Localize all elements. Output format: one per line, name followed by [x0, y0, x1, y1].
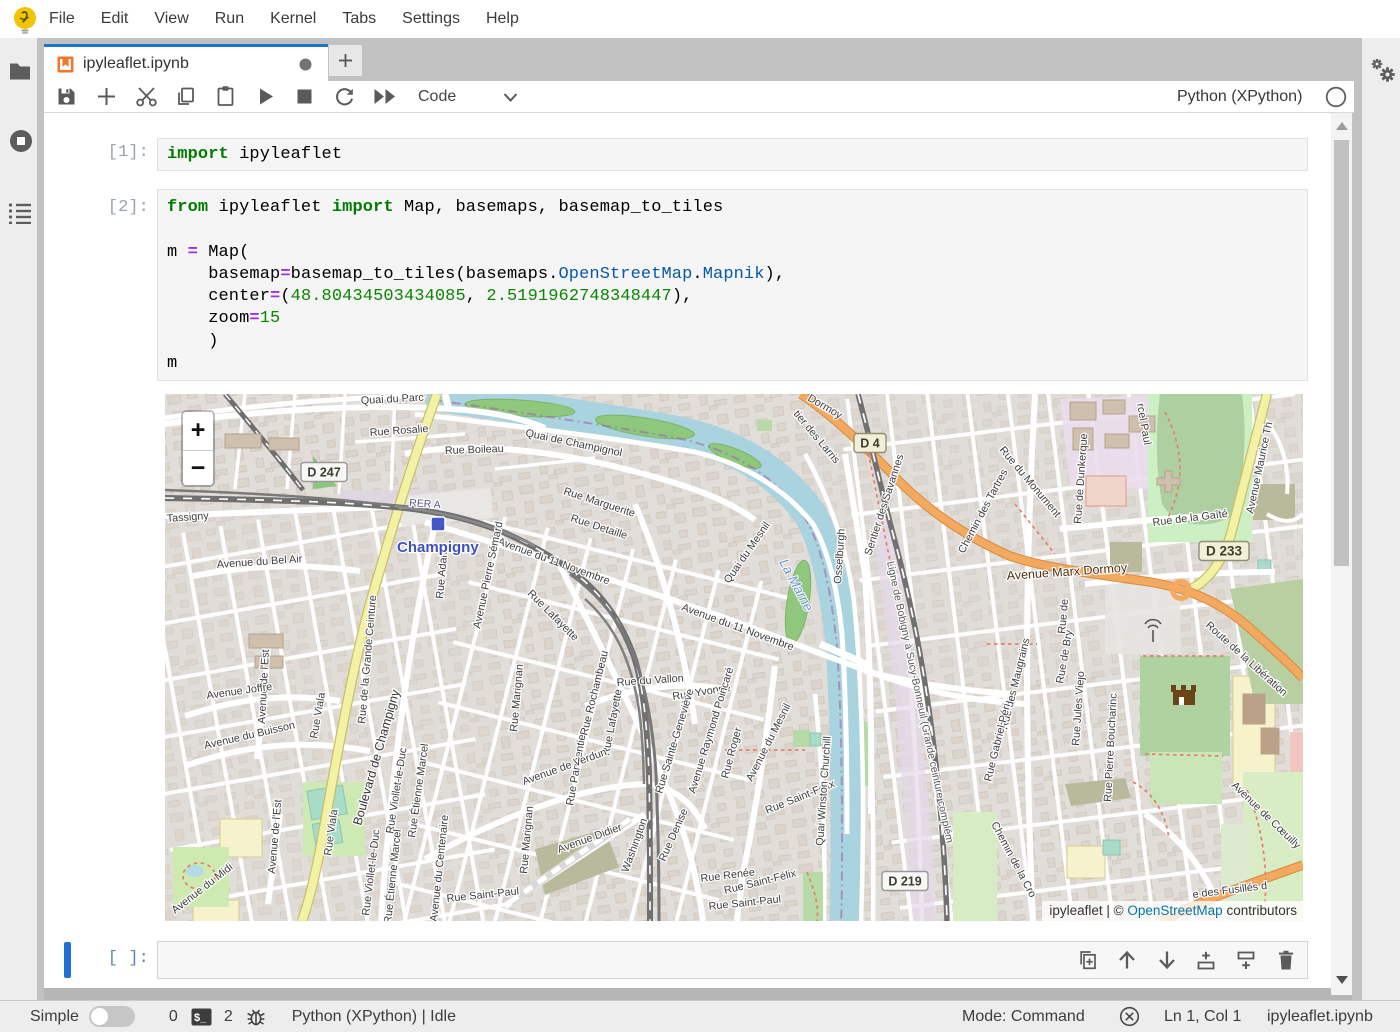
svg-text:D 247: D 247 [307, 466, 340, 480]
svg-text:D 4: D 4 [860, 437, 880, 451]
svg-text:D 219: D 219 [888, 875, 921, 889]
svg-text:$_: $_ [194, 1012, 207, 1024]
svg-text:D 233: D 233 [1206, 544, 1243, 559]
svg-text:RER A: RER A [409, 497, 441, 511]
svg-text:Rue Boileau: Rue Boileau [445, 443, 504, 457]
svg-text:Champigny: Champigny [397, 539, 479, 556]
